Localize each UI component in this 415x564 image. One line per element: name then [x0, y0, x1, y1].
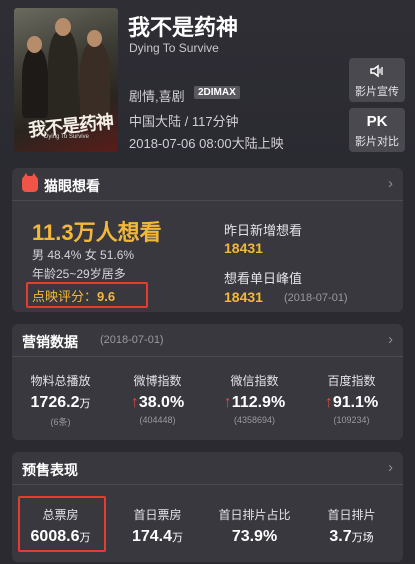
format-badge: 2DIMAX [194, 86, 240, 99]
stat-unit: 万场 [351, 532, 374, 544]
poster-face [55, 18, 71, 36]
stat-unit: 万 [79, 398, 91, 410]
stat-first-day-screening-ratio: 首日排片占比 73.9% [206, 506, 303, 546]
preview-score: 点映评分：9.6 [32, 286, 115, 305]
promo-label: 影片宣传 [355, 86, 399, 98]
stat-number: 91.1% [332, 394, 379, 411]
stat-value: 73.9% [206, 528, 303, 546]
card-title: 猫眼想看 [44, 178, 100, 194]
stat-weibo-index: 微博指数 ↑38.0% (404448) [109, 372, 206, 425]
movie-title: 我不是药神 [128, 15, 239, 40]
stat-first-day-screenings: 首日排片 3.7万场 [303, 506, 400, 546]
speaker-icon [349, 63, 405, 81]
stat-number: 1726.2 [30, 394, 80, 411]
movie-poster[interactable]: 我不是药神 Dying To Survive [14, 8, 118, 152]
movie-genre: 剧情,喜剧 [129, 89, 185, 104]
poster-face [27, 36, 42, 53]
chevron-right-icon[interactable]: › [388, 331, 393, 348]
stat-first-day-box-office: 首日票房 174.4万 [109, 506, 206, 546]
gender-ratio: 男 48.4% 女 51.6% [32, 248, 135, 262]
poster-face [87, 30, 102, 47]
score-value: 9.6 [97, 289, 116, 304]
stat-number: 174.4 [131, 528, 173, 545]
stat-number: 6008.6 [30, 528, 80, 545]
marketing-card[interactable]: 营销数据 (2018-07-01) › 物料总播放 1726.2万 (6条) 微… [12, 324, 403, 440]
stat-label: 首日票房 [133, 508, 182, 522]
stat-value: ↑91.1% [303, 394, 400, 412]
stat-baidu-index: 百度指数 ↑91.1% (109234) [303, 372, 400, 425]
peak-label: 想看单日峰值 [224, 271, 303, 286]
stat-number: 73.9% [231, 528, 278, 545]
movie-header: 我不是药神 Dying To Survive 我不是药神 Dying To Su… [0, 0, 415, 168]
stat-label: 首日排片占比 [218, 508, 291, 522]
stat-number: 112.9% [231, 394, 286, 411]
presale-card[interactable]: 预售表现 › 总票房 6008.6万 首日票房 174.4万 首日排片占比 73… [12, 452, 403, 562]
marketing-date: (2018-07-01) [100, 334, 164, 346]
score-label: 点映评分： [32, 289, 98, 304]
poster-subtitle: Dying To Survive [44, 134, 89, 140]
stat-label: 微信指数 [230, 374, 279, 388]
stat-unit: 万 [79, 532, 91, 544]
movie-country-duration: 中国大陆 / 117分钟 [129, 114, 239, 129]
stat-sub: (4358694) [233, 415, 276, 425]
stat-label: 百度指数 [327, 374, 376, 388]
stat-sub: (6条) [50, 417, 71, 427]
chevron-right-icon[interactable]: › [388, 459, 393, 476]
stat-number: 3.7 [329, 528, 352, 545]
stat-sub: (109234) [333, 415, 370, 425]
cat-logo-icon [22, 173, 38, 192]
stat-label: 首日排片 [327, 508, 376, 522]
stat-wechat-index: 微信指数 ↑112.9% (4358694) [206, 372, 303, 425]
stat-label: 微博指数 [133, 374, 182, 388]
promo-button[interactable]: 影片宣传 [349, 58, 405, 102]
yesterday-value: 18431 [224, 240, 263, 256]
stat-sub: (404448) [139, 415, 176, 425]
peak-date: (2018-07-01) [284, 292, 348, 304]
stat-value: 3.7万场 [303, 528, 400, 546]
age-group: 年龄25~29岁居多 [32, 267, 126, 281]
poster-figure [48, 30, 78, 116]
movie-release: 2018-07-06 08:00大陆上映 [129, 136, 284, 151]
card-header: 预售表现 › [12, 452, 403, 485]
up-arrow-icon: ↑ [324, 394, 333, 411]
stat-unit: 万 [172, 532, 184, 544]
chevron-right-icon[interactable]: › [388, 175, 393, 192]
card-title: 预售表现 [22, 462, 78, 478]
stat-label: 物料总播放 [30, 374, 91, 388]
stat-value: 174.4万 [109, 528, 206, 546]
card-header: 营销数据 (2018-07-01) › [12, 324, 403, 357]
stat-total-box-office: 总票房 6008.6万 [12, 506, 109, 546]
card-header: 猫眼想看 › [12, 168, 403, 201]
yesterday-label: 昨日新增想看 [224, 223, 303, 238]
stat-value: 6008.6万 [12, 528, 109, 546]
stat-material-plays: 物料总播放 1726.2万 (6条) [12, 372, 109, 428]
stat-value: ↑38.0% [109, 394, 206, 412]
poster-figure [22, 48, 48, 118]
stat-label: 总票房 [42, 508, 79, 522]
up-arrow-icon: ↑ [130, 394, 139, 411]
want-count: 11.3万人想看 [32, 220, 162, 245]
peak-value: 18431 [224, 289, 263, 305]
compare-label: 影片对比 [355, 136, 399, 148]
up-arrow-icon: ↑ [223, 394, 232, 411]
stat-value: ↑112.9% [206, 394, 303, 412]
stat-number: 38.0% [138, 394, 185, 411]
maoyan-want-card[interactable]: 猫眼想看 › 11.3万人想看 男 48.4% 女 51.6% 年龄25~29岁… [12, 168, 403, 312]
compare-button[interactable]: PK 影片对比 [349, 108, 405, 152]
card-title: 营销数据 [22, 334, 78, 350]
stat-value: 1726.2万 [12, 394, 109, 412]
pk-icon: PK [366, 113, 388, 130]
movie-english-title: Dying To Survive [129, 41, 219, 55]
